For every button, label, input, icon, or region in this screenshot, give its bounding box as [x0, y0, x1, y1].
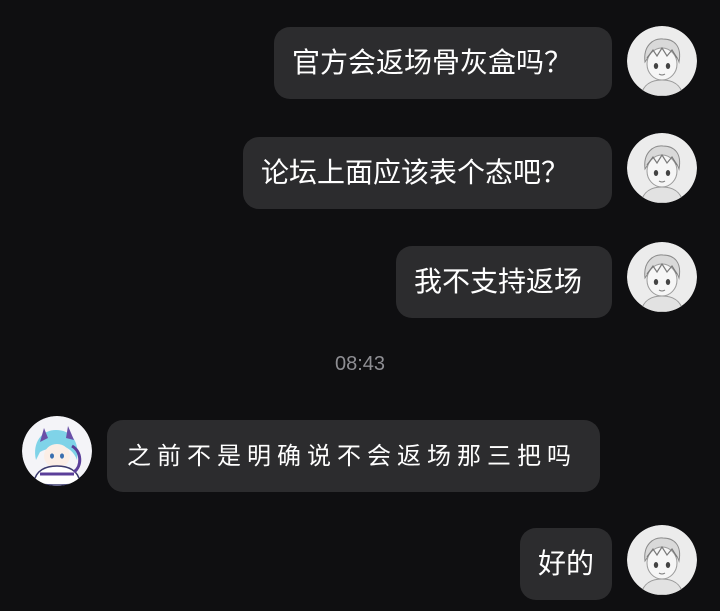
boy-sketch-avatar-icon [627, 242, 697, 312]
message-bubble-me[interactable]: 好的 [520, 528, 612, 600]
my-avatar[interactable] [627, 26, 697, 96]
chat-window: 官方会返场骨灰盒吗？ 论坛上面应该表个态吧？ 我不支持返场 08:43 之前不是… [0, 0, 720, 611]
message-bubble-me[interactable]: 官方会返场骨灰盒吗？ [274, 27, 612, 99]
boy-sketch-avatar-icon [627, 525, 697, 595]
my-avatar[interactable] [627, 133, 697, 203]
message-bubble-me[interactable]: 我不支持返场 [396, 246, 612, 318]
message-bubble-other[interactable]: 之前不是明确说不会返场那三把吗 [107, 420, 600, 492]
my-avatar[interactable] [627, 242, 697, 312]
my-avatar[interactable] [627, 525, 697, 595]
message-bubble-me[interactable]: 论坛上面应该表个态吧？ [243, 137, 612, 209]
message-timestamp: 08:43 [334, 353, 386, 375]
boy-sketch-avatar-icon [627, 26, 697, 96]
anime-girl-avatar-icon [22, 416, 92, 486]
contact-avatar[interactable] [22, 416, 92, 486]
boy-sketch-avatar-icon [627, 133, 697, 203]
